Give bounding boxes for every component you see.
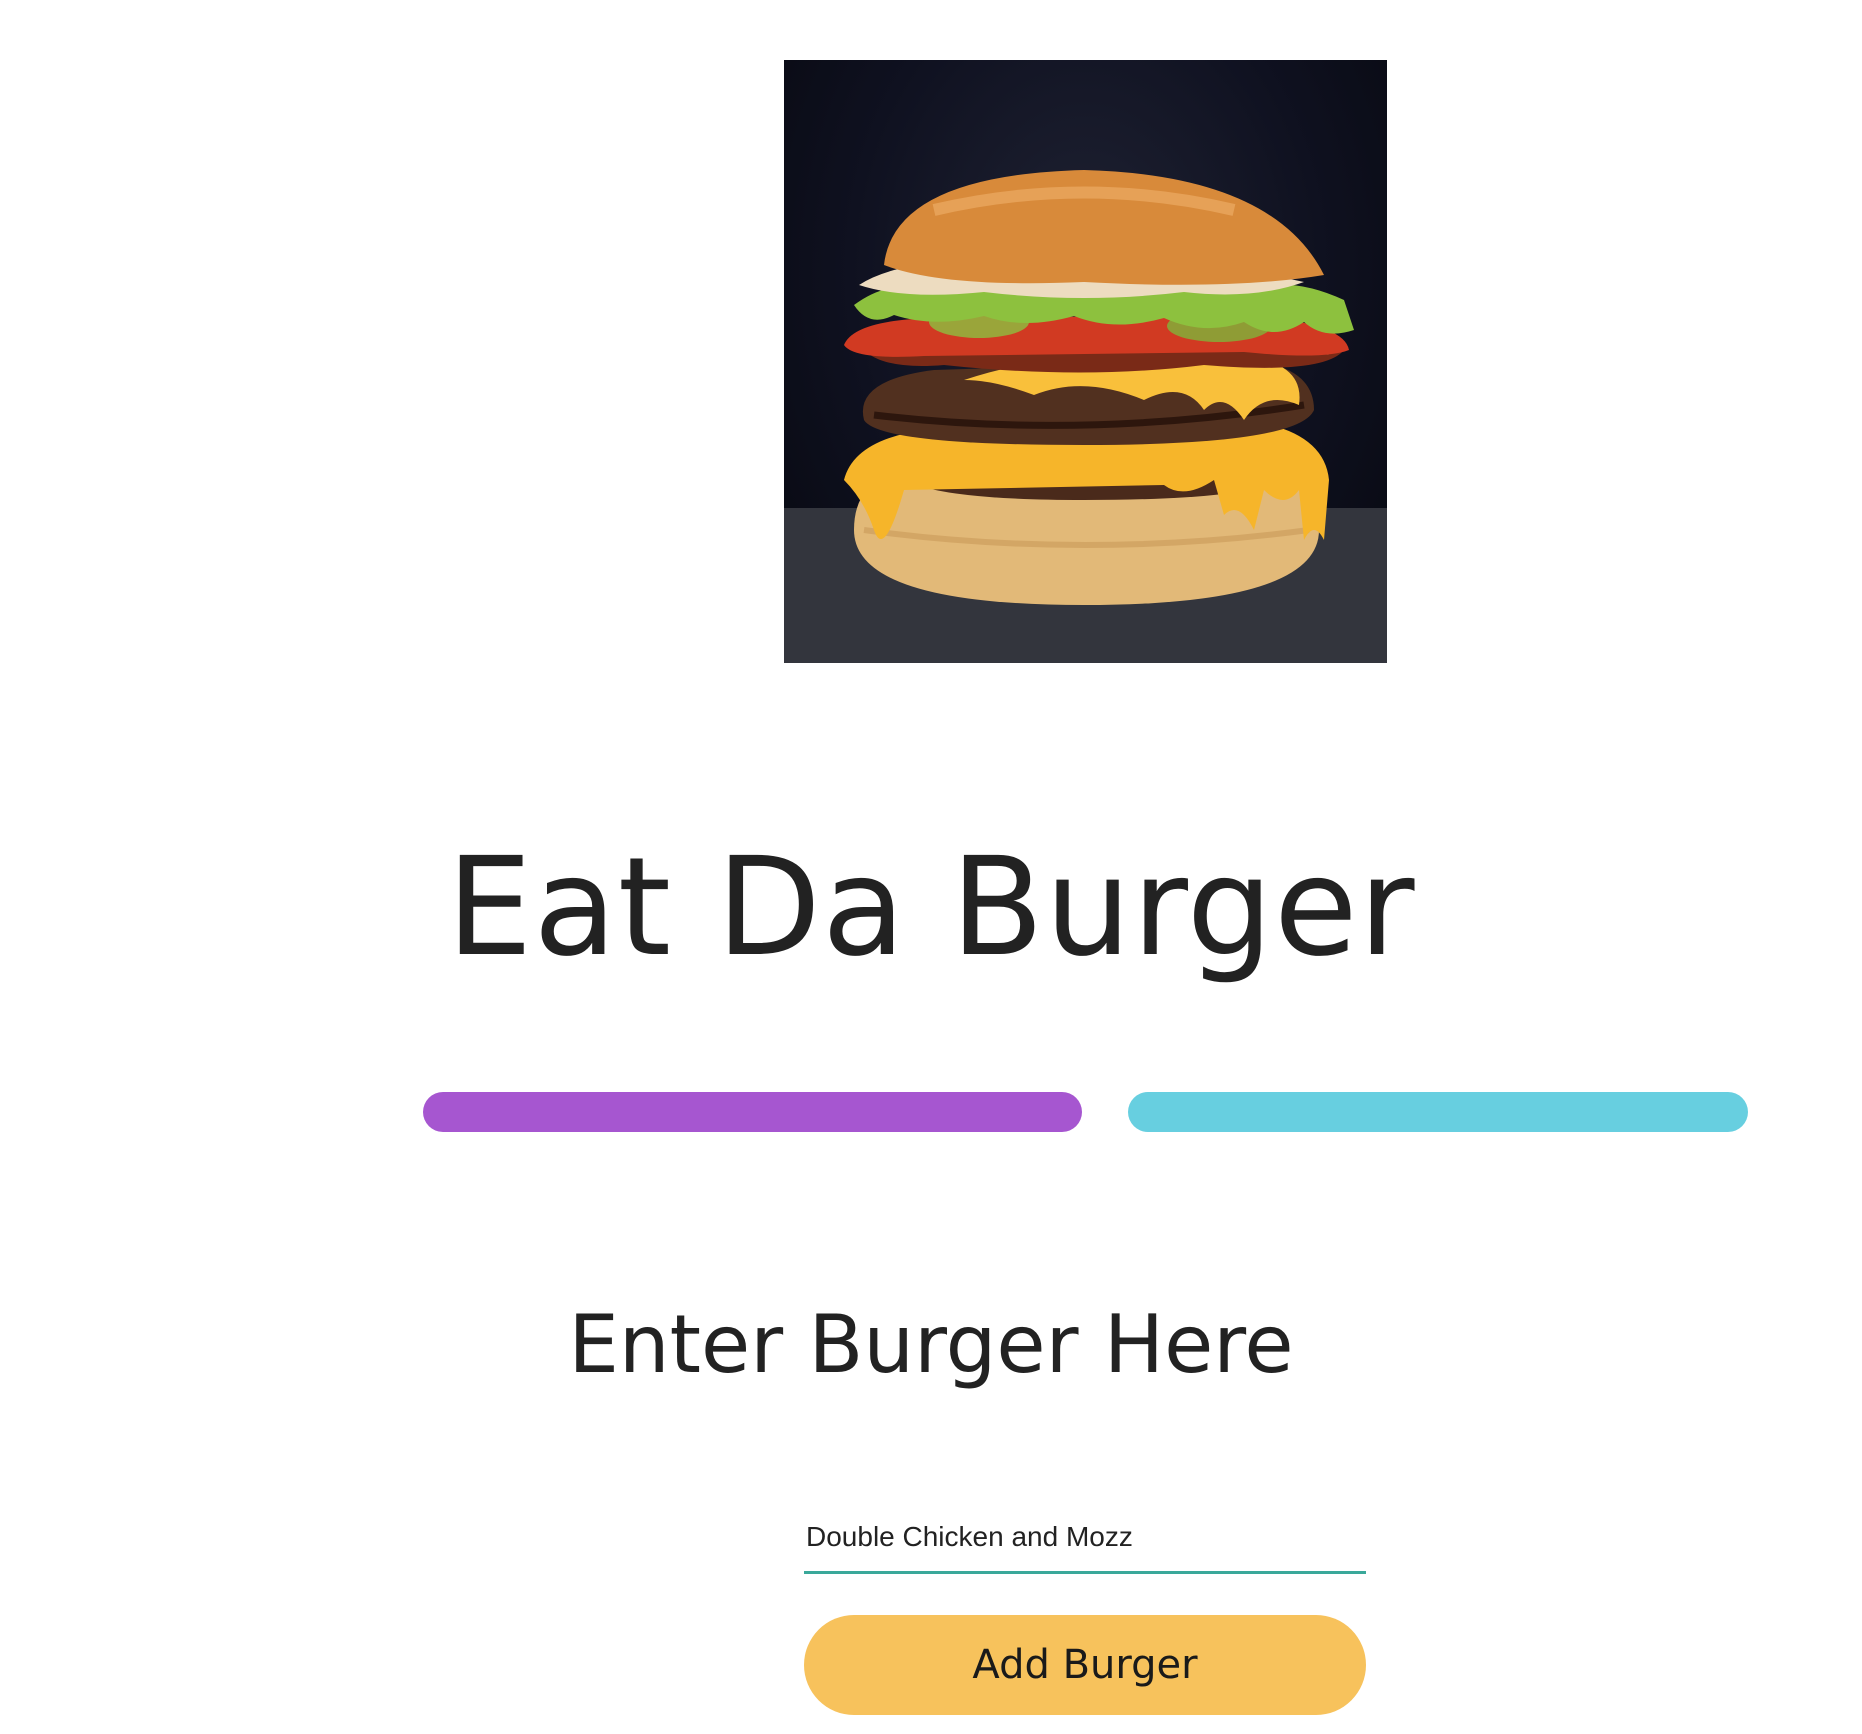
devoured-column-bar	[423, 1092, 1082, 1132]
burger-photo	[784, 60, 1387, 663]
page-title: Eat Da Burger	[446, 829, 1416, 987]
form-heading: Enter Burger Here	[568, 1298, 1294, 1391]
add-burger-button[interactable]: Add Burger	[804, 1615, 1366, 1715]
available-column-bar	[1128, 1092, 1748, 1132]
burger-name-input[interactable]	[804, 1502, 1366, 1574]
burger-illustration	[784, 170, 1387, 663]
